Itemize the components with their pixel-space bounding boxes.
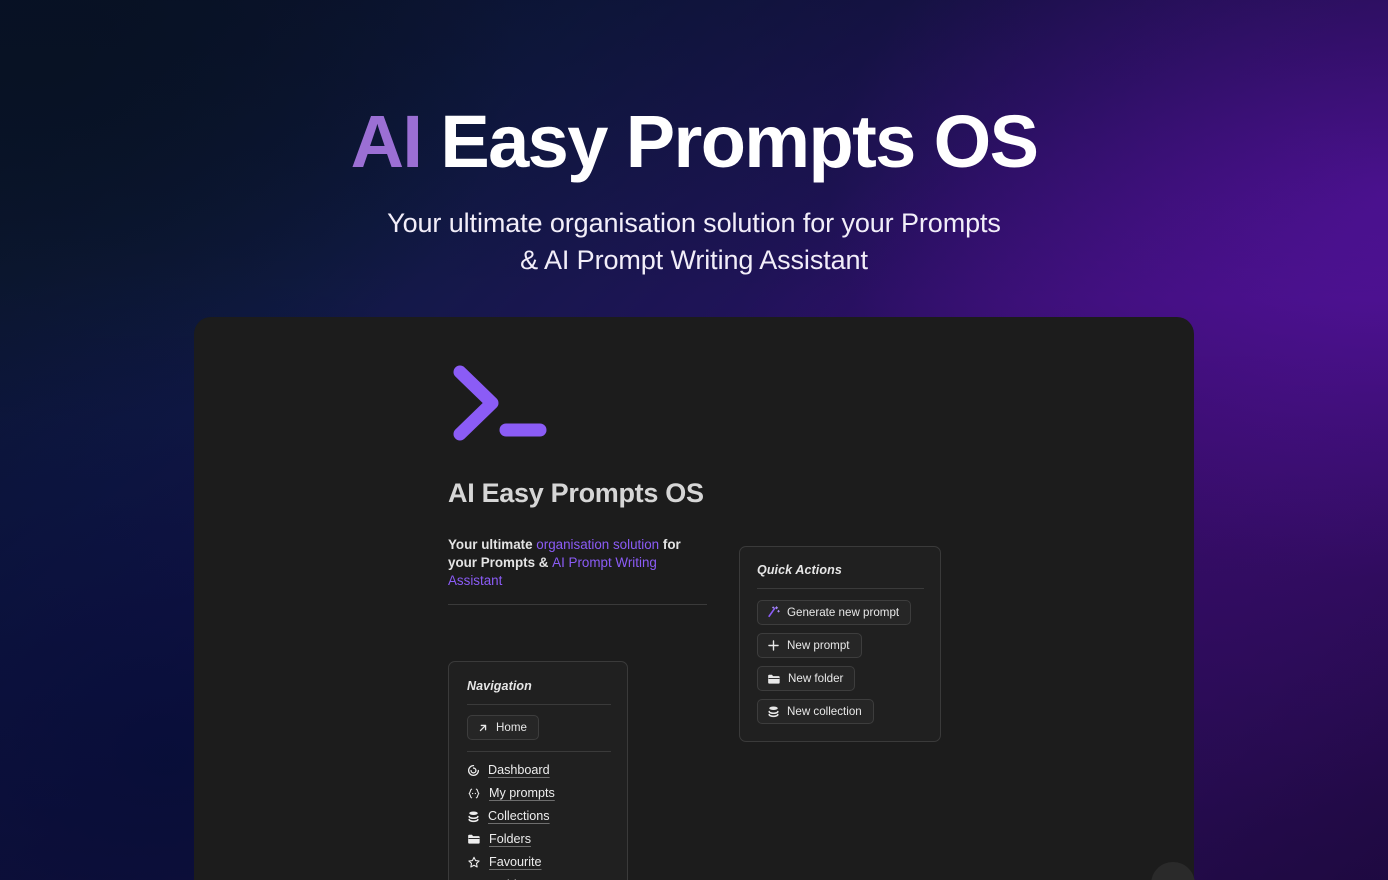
sidebar-item-my-prompts[interactable]: My prompts: [467, 786, 611, 800]
new-collection-button[interactable]: New collection: [757, 699, 874, 724]
terminal-prompt-icon: [448, 358, 558, 450]
sidebar-item-collections[interactable]: Collections: [467, 809, 611, 823]
generate-new-prompt-button[interactable]: Generate new prompt: [757, 600, 912, 625]
folder-icon: [467, 833, 481, 845]
braces-icon: [467, 787, 481, 800]
quick-action-label: New folder: [788, 672, 844, 685]
tagline-divider: [448, 604, 707, 605]
hero-title: AI Easy Prompts OS: [0, 104, 1388, 179]
navigation-rule-bottom: [467, 751, 611, 752]
navigation-panel: Navigation Home Dashboard My prompts Col…: [448, 661, 628, 880]
sidebar-item-favourite[interactable]: Favourite: [467, 855, 611, 869]
stack-icon: [767, 705, 780, 718]
quick-actions-rule: [757, 588, 924, 589]
quick-actions-list: Generate new prompt New prompt New folde…: [757, 600, 924, 724]
home-button-label: Home: [496, 721, 527, 734]
hero-title-accent: AI: [350, 100, 423, 183]
quick-action-label: New prompt: [787, 639, 850, 652]
new-folder-button[interactable]: New folder: [757, 666, 856, 691]
home-button[interactable]: Home: [467, 715, 539, 740]
quick-actions-panel: Quick Actions Generate new prompt New pr…: [739, 546, 941, 742]
quick-action-label: Generate new prompt: [787, 606, 900, 619]
tagline-highlight-1: organisation solution: [536, 537, 660, 552]
pie-chart-icon: [467, 764, 480, 777]
stack-icon: [467, 810, 480, 823]
hero-subtitle: Your ultimate organisation solution for …: [0, 205, 1388, 277]
quick-actions-heading: Quick Actions: [757, 563, 842, 577]
sidebar-item-label: Collections: [488, 809, 550, 823]
hero-title-rest: Easy Prompts OS: [421, 100, 1039, 183]
navigation-list: Dashboard My prompts Collections Folders…: [467, 763, 611, 880]
sidebar-item-label: Dashboard: [488, 763, 550, 777]
sidebar-item-dashboard[interactable]: Dashboard: [467, 763, 611, 777]
sidebar-item-label: Folders: [489, 832, 531, 846]
navigation-rule-top: [467, 704, 611, 705]
arrow-up-right-icon: [477, 722, 489, 734]
app-card-title: AI Easy Prompts OS: [448, 478, 704, 508]
hero-subtitle-line-2: & AI Prompt Writing Assistant: [520, 244, 868, 275]
hero-section: AI Easy Prompts OS Your ultimate organis…: [0, 0, 1388, 278]
folder-icon: [767, 673, 781, 685]
app-card-tagline: Your ultimate organisation solution for …: [448, 536, 710, 590]
quick-action-label: New collection: [787, 705, 862, 718]
star-icon: [467, 856, 481, 869]
magic-wand-icon: [767, 606, 780, 619]
sidebar-item-label: Favourite: [489, 855, 542, 869]
hero-subtitle-line-1: Your ultimate organisation solution for …: [387, 208, 1001, 239]
app-preview-card: AI Easy Prompts OS Your ultimate organis…: [194, 317, 1194, 880]
tagline-part-1: Your ultimate: [448, 537, 537, 552]
plus-icon: [767, 639, 780, 652]
navigation-heading: Navigation: [467, 679, 532, 693]
app-card-content: AI Easy Prompts OS Your ultimate organis…: [448, 358, 1158, 880]
sidebar-item-folders[interactable]: Folders: [467, 832, 611, 846]
new-prompt-button[interactable]: New prompt: [757, 633, 862, 658]
sidebar-item-label: My prompts: [489, 786, 555, 800]
